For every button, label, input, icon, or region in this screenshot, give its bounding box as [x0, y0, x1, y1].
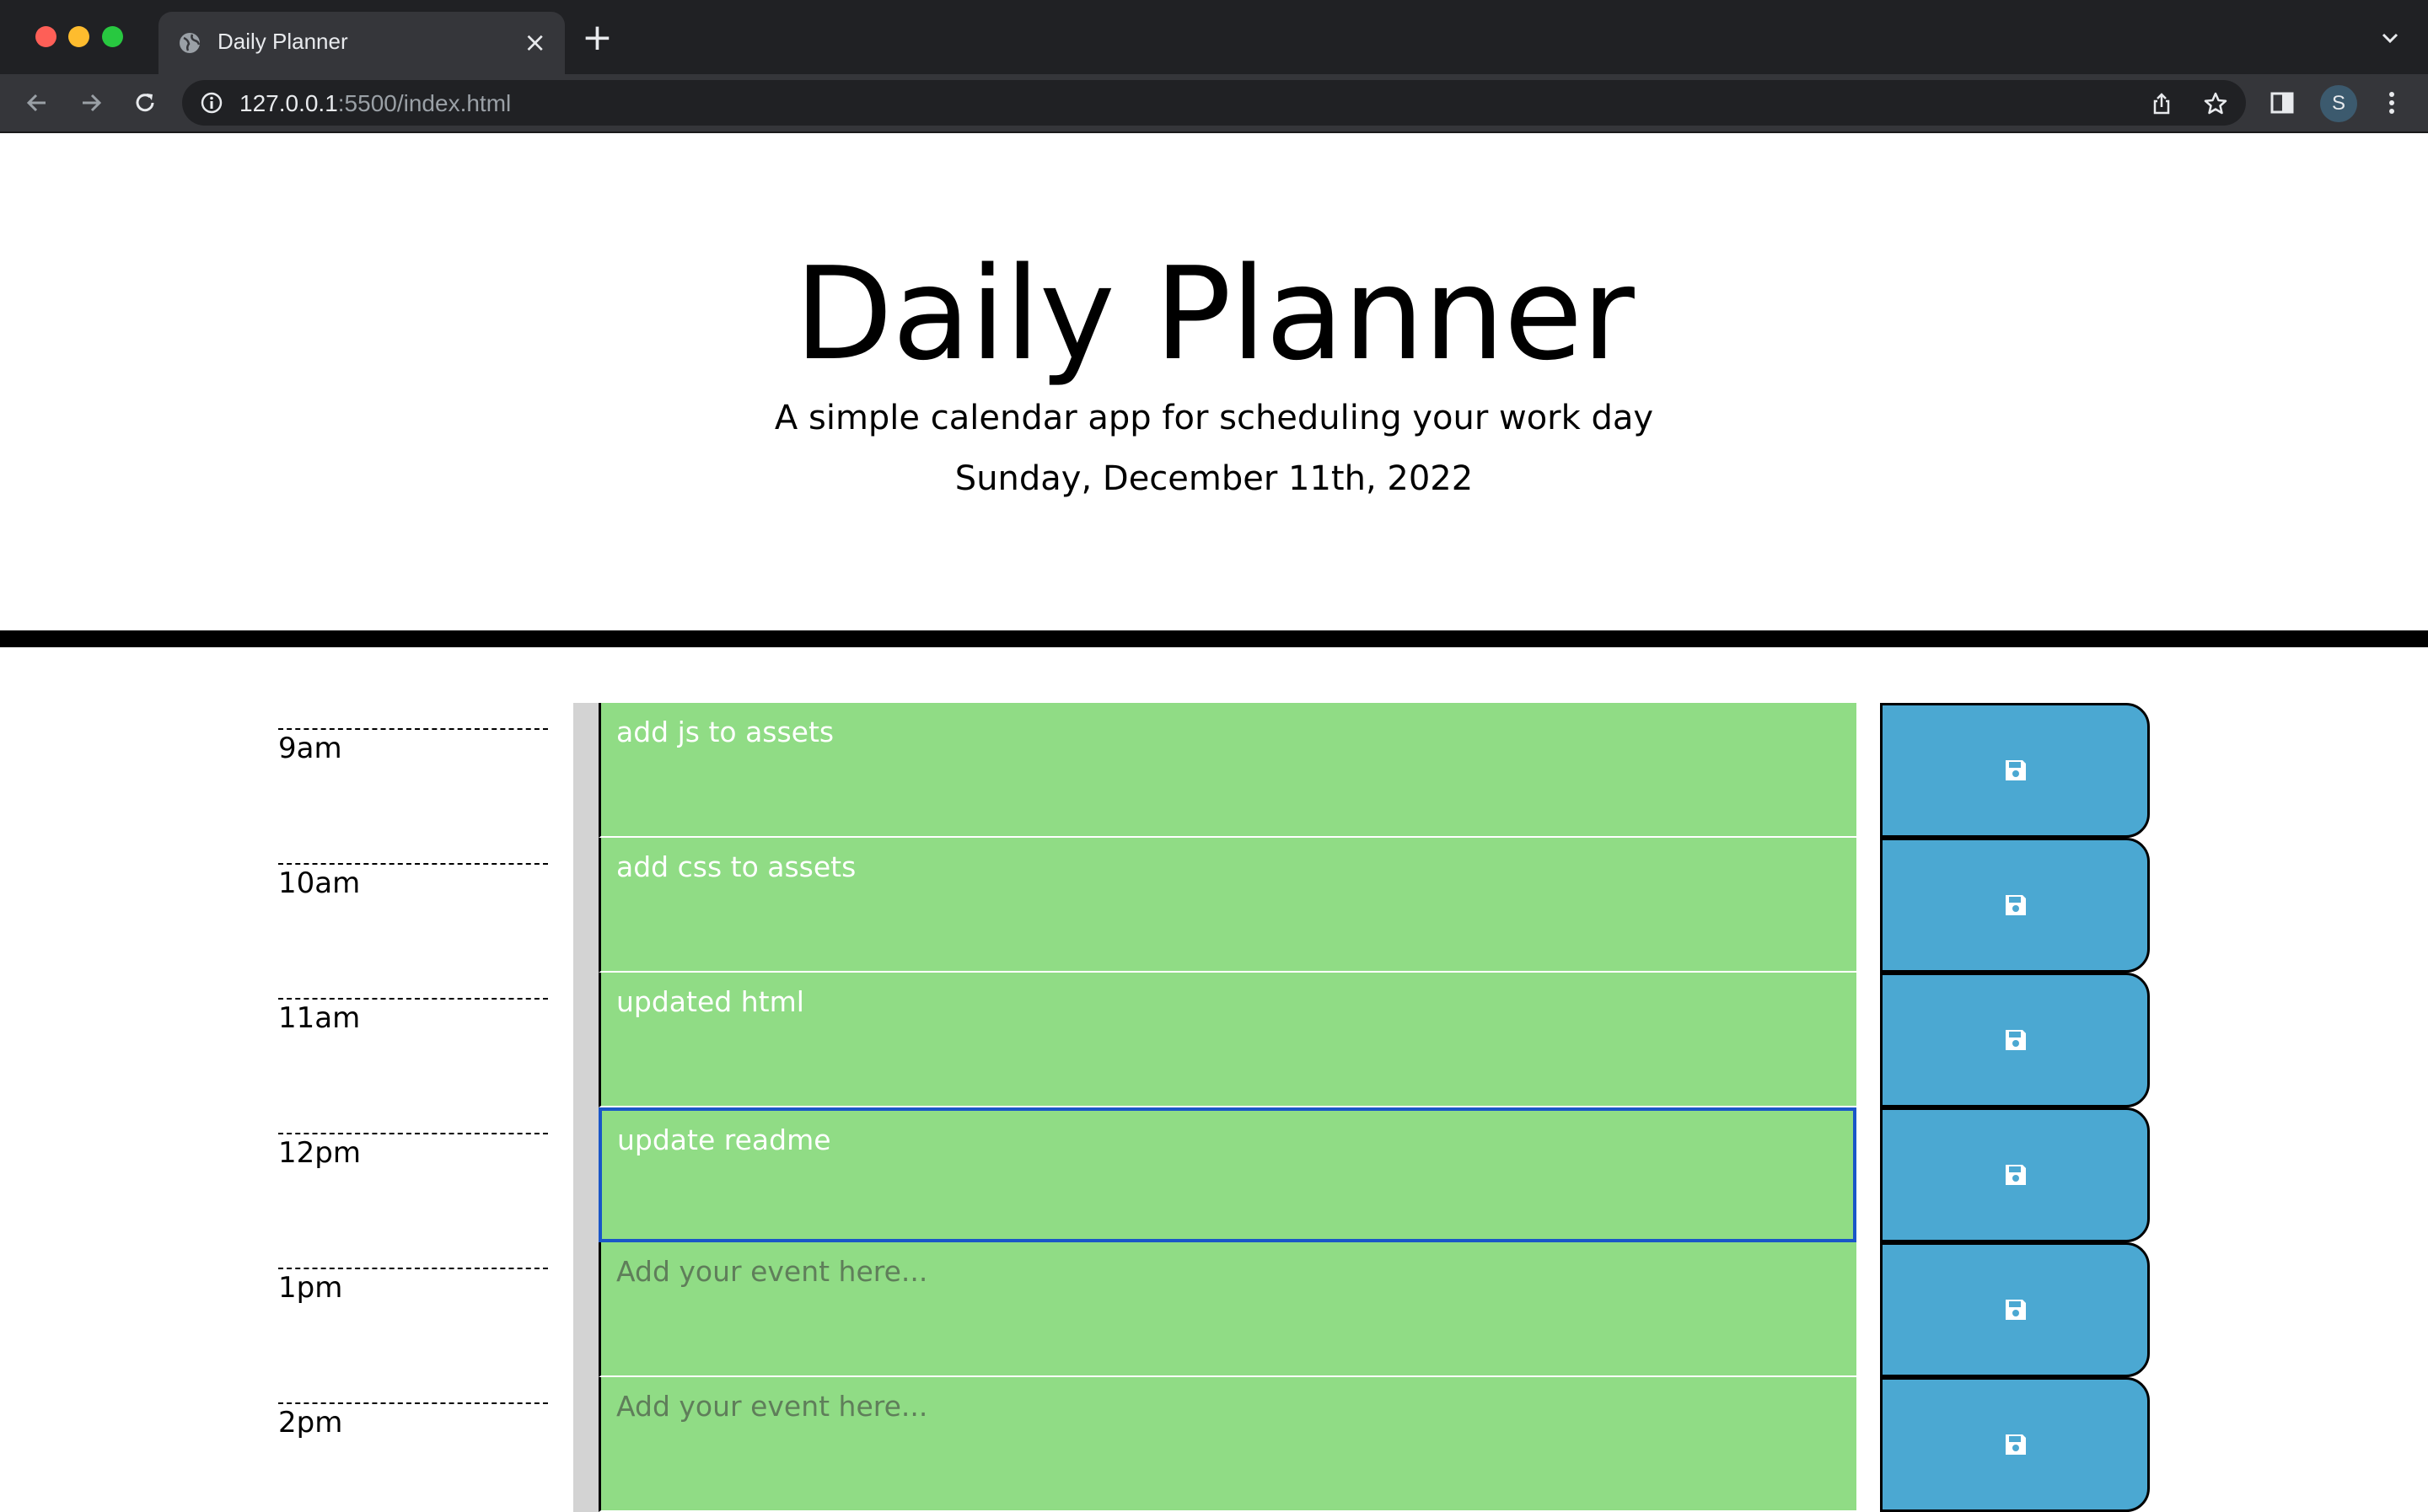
save-button[interactable]	[1880, 703, 2150, 838]
chevron-down-icon[interactable]	[2377, 25, 2403, 51]
time-block-9am: 9am add js to assets	[0, 703, 2428, 838]
header-jumbotron: Daily Planner A simple calendar app for …	[0, 133, 2428, 647]
save-icon	[2006, 895, 2026, 915]
more-options-icon[interactable]	[2377, 88, 2406, 117]
tab-close-icon[interactable]: ×	[524, 27, 546, 57]
hour-label: 9am	[278, 728, 548, 831]
save-icon	[2006, 1300, 2026, 1320]
reload-icon[interactable]	[130, 88, 160, 118]
profile-avatar[interactable]: S	[2320, 85, 2357, 122]
browser-tab[interactable]: Daily Planner ×	[158, 12, 565, 74]
back-arrow-icon[interactable]	[22, 88, 52, 118]
side-panel-icon[interactable]	[2268, 88, 2296, 117]
event-area	[573, 1377, 1856, 1512]
minimize-window-button[interactable]	[68, 26, 89, 47]
event-area: update readme	[573, 1107, 1856, 1242]
bookmark-star-icon[interactable]	[2202, 90, 2229, 117]
save-button[interactable]	[1880, 838, 2150, 973]
event-description-input[interactable]: add css to assets	[599, 838, 1856, 973]
time-block-10am: 10am add css to assets	[0, 838, 2428, 973]
tab-title: Daily Planner	[218, 29, 348, 54]
new-tab-button[interactable]: +	[582, 19, 613, 57]
page-subtitle: A simple calendar app for scheduling you…	[774, 399, 1654, 437]
save-button[interactable]	[1880, 1107, 2150, 1242]
save-icon	[2006, 1165, 2026, 1185]
time-block-11am: 11am updated html	[0, 973, 2428, 1107]
site-info-icon[interactable]	[199, 90, 224, 115]
event-description-input[interactable]	[599, 1377, 1856, 1512]
url-path: :5500/index.html	[337, 90, 512, 116]
time-block-2pm: 2pm	[0, 1377, 2428, 1512]
hour-label: 10am	[278, 863, 548, 966]
url-host: 127.0.0.1	[239, 90, 338, 116]
share-icon[interactable]	[2148, 90, 2175, 117]
hour-label: 1pm	[278, 1268, 548, 1370]
save-icon	[2006, 1030, 2026, 1050]
browser-toolbar: 127.0.0.1:5500/index.html S	[0, 74, 2428, 133]
address-bar[interactable]: 127.0.0.1:5500/index.html	[182, 80, 2246, 126]
hour-label: 11am	[278, 998, 548, 1101]
save-icon	[2006, 1434, 2026, 1455]
hour-label: 12pm	[278, 1133, 548, 1236]
current-day: Sunday, December 11th, 2022	[954, 459, 1474, 498]
save-icon	[2006, 760, 2026, 780]
hour-label: 2pm	[278, 1402, 548, 1505]
save-button[interactable]	[1880, 1242, 2150, 1377]
browser-tab-strip: Daily Planner × +	[0, 0, 2428, 74]
event-area: add css to assets	[573, 838, 1856, 973]
event-description-input[interactable]: add js to assets	[599, 703, 1856, 838]
page-title: Daily Planner	[794, 239, 1635, 389]
page-content: Daily Planner A simple calendar app for …	[0, 133, 2428, 1512]
close-window-button[interactable]	[35, 26, 56, 47]
event-description-input[interactable]	[599, 1242, 1856, 1377]
save-button[interactable]	[1880, 1377, 2150, 1512]
event-area	[573, 1242, 1856, 1377]
time-block-12pm: 12pm update readme	[0, 1107, 2428, 1242]
url-text[interactable]: 127.0.0.1:5500/index.html	[239, 90, 511, 117]
event-area: updated html	[573, 973, 1856, 1107]
maximize-window-button[interactable]	[102, 26, 123, 47]
forward-arrow-icon[interactable]	[76, 88, 106, 118]
event-area: add js to assets	[573, 703, 1856, 838]
time-block-1pm: 1pm	[0, 1242, 2428, 1377]
globe-icon	[180, 33, 201, 53]
save-button[interactable]	[1880, 973, 2150, 1107]
event-description-input[interactable]: update readme	[599, 1107, 1856, 1242]
event-description-input[interactable]: updated html	[599, 973, 1856, 1107]
